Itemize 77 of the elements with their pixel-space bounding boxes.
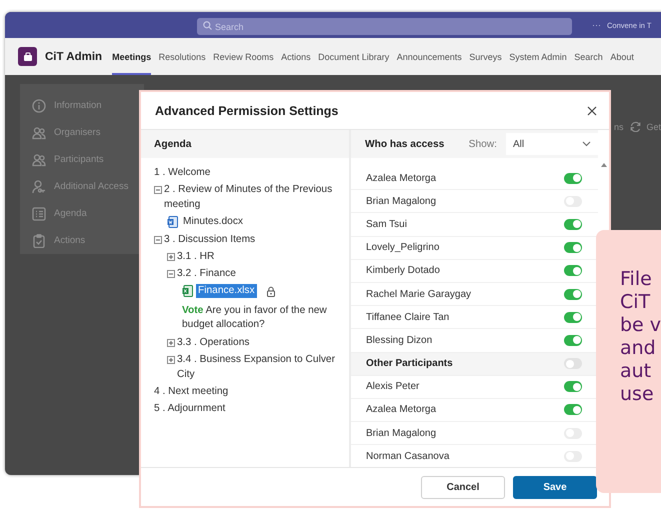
filter-label: Show: <box>468 138 497 150</box>
person-name: Azalea Metorga <box>366 172 436 184</box>
close-icon[interactable] <box>587 106 597 116</box>
clipboard-check-icon <box>32 234 46 248</box>
collapse-icon[interactable] <box>154 186 162 194</box>
agenda-topic[interactable]: 5 . Adjournment <box>154 401 226 416</box>
nav-tab[interactable]: Resolutions <box>158 38 206 75</box>
person-name: Rachel Marie Garaygay <box>366 288 472 300</box>
search-icon <box>203 20 212 30</box>
document-icon <box>167 216 178 228</box>
person-name: Kimberly Dotado <box>366 265 440 276</box>
agenda-topic[interactable]: 3.3 . Operations <box>177 335 250 350</box>
file-link[interactable]: Minutes.docx <box>181 215 246 229</box>
agenda-topic[interactable]: 2 . Review of Minutes of the Previous meeting <box>164 182 345 212</box>
collapse-icon[interactable] <box>154 236 162 244</box>
agenda-topic[interactable]: 3.2 . Finance <box>177 266 236 281</box>
agenda-topic[interactable]: 3 . Discussion Items <box>164 232 256 247</box>
toggle-switch[interactable] <box>564 172 582 184</box>
toggle-switch[interactable] <box>564 312 582 323</box>
nav-tab[interactable]: Review Rooms <box>213 38 274 75</box>
refresh-icon <box>630 121 641 132</box>
toggle-switch[interactable] <box>564 288 582 300</box>
toggle-switch[interactable] <box>564 381 582 392</box>
save-button[interactable]: Save <box>513 476 597 498</box>
file-link[interactable]: Finance.xlsx <box>196 284 257 298</box>
dialog-title: Advanced Permission Settings <box>155 104 338 118</box>
toggle-switch[interactable] <box>564 334 582 346</box>
filter-dropdown[interactable]: All <box>506 133 598 155</box>
nav-tab[interactable]: About <box>610 38 634 75</box>
person-name: Tiffanee Claire Tan <box>366 312 450 323</box>
list-icon <box>32 206 46 220</box>
agenda-topic[interactable]: 3.4 . Business Expansion to Culver City <box>177 352 345 382</box>
toggle-switch[interactable] <box>564 265 582 276</box>
person-name: Norman Casanova <box>366 450 450 462</box>
nav-tab[interactable]: Meetings <box>112 38 152 75</box>
nav-tab[interactable]: Announcements <box>396 38 462 75</box>
column-header: Who has access <box>365 138 444 150</box>
spreadsheet-icon <box>182 285 193 297</box>
column-header: Agenda <box>141 130 349 158</box>
expand-icon[interactable] <box>167 356 175 364</box>
person-name: Brian Magalong <box>366 196 436 207</box>
toggle-switch[interactable] <box>564 358 582 370</box>
nav-tab[interactable]: System Admin <box>509 38 567 75</box>
nav-tab[interactable]: Surveys <box>469 38 502 75</box>
expand-icon[interactable] <box>167 339 175 347</box>
group-header: Other Participants <box>366 358 453 370</box>
person-key-icon <box>32 180 46 194</box>
people-icon <box>32 152 46 166</box>
person-name: Lovely_Peligrino <box>366 242 440 254</box>
nav-tab[interactable]: Search <box>574 38 603 75</box>
chevron-down-icon <box>582 141 591 147</box>
more-options[interactable]: ··· <box>592 20 601 30</box>
toggle-switch[interactable] <box>564 218 582 230</box>
agenda-topic[interactable]: 1 . Welcome <box>154 165 210 180</box>
vote-question: Vote Are you in favor of the new budget allocation? <box>182 304 328 332</box>
nav-tab[interactable]: Document Library <box>318 38 390 75</box>
person-name: Alexis Peter <box>366 381 420 392</box>
info-icon <box>32 98 46 112</box>
people-icon <box>32 126 46 140</box>
agenda-topic[interactable]: 3.1 . HR <box>177 249 214 264</box>
toolbar-text: ns <box>614 122 624 132</box>
briefcase-icon <box>22 52 32 62</box>
toggle-switch[interactable] <box>564 242 582 254</box>
app-name: CiT Admin <box>45 50 102 62</box>
scroll-up-icon[interactable] <box>600 163 606 167</box>
person-name: Azalea Metorga <box>366 404 436 416</box>
person-name: Brian Magalong <box>366 428 436 439</box>
collapse-icon[interactable] <box>167 270 175 278</box>
agenda-topic[interactable]: 4 . Next meeting <box>154 384 228 399</box>
person-name: Blessing Dizon <box>366 334 432 346</box>
person-name: Sam Tsui <box>366 218 407 230</box>
cancel-button[interactable]: Cancel <box>421 476 505 498</box>
callout-text: File CiT be v and aut use <box>620 268 661 406</box>
expand-icon[interactable] <box>167 253 175 261</box>
nav-tab[interactable]: Actions <box>281 38 311 75</box>
toggle-switch[interactable] <box>564 404 582 416</box>
search-field[interactable]: Search <box>197 18 572 35</box>
